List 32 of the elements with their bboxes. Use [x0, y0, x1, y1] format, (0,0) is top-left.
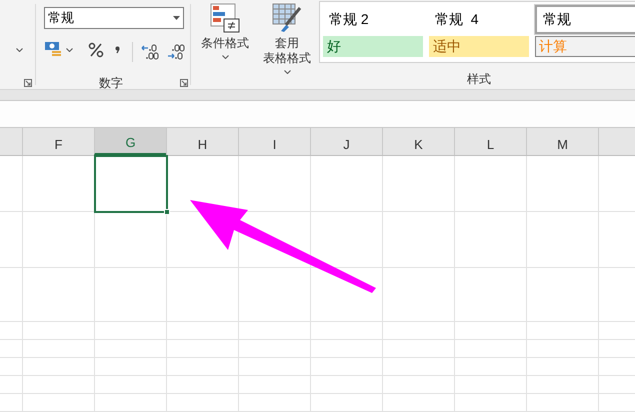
column-header[interactable]: K [382, 128, 454, 155]
decrease-decimal-icon[interactable] [141, 44, 159, 60]
percent-icon[interactable] [88, 42, 104, 58]
column-header[interactable]: H [166, 128, 238, 155]
column-header[interactable]: I [238, 128, 310, 155]
conditional-format-icon [210, 3, 240, 33]
number-format-dropdown[interactable]: 常规 [44, 7, 184, 29]
money-icon[interactable] [44, 40, 62, 58]
caret-icon [284, 70, 290, 74]
caret-icon [173, 16, 180, 20]
column-header[interactable]: M [526, 128, 598, 155]
cell-style[interactable]: 好 [323, 36, 423, 57]
cell-style[interactable]: 适中 [429, 36, 529, 57]
group-label: 样式 [467, 71, 491, 88]
dialog-launcher-icon[interactable] [180, 79, 188, 87]
cell-style[interactable]: 常规 4 [429, 5, 535, 34]
cell-style[interactable]: 常规 [535, 5, 635, 34]
column-header[interactable]: J [310, 128, 382, 155]
column-header[interactable]: G [94, 128, 166, 155]
cell-style[interactable]: 常规 2 [323, 5, 429, 34]
increase-decimal-icon[interactable] [167, 44, 185, 60]
caret-icon[interactable] [66, 48, 73, 52]
table-brush-icon [272, 3, 302, 33]
caret-icon[interactable] [16, 48, 23, 52]
selected-cell[interactable] [94, 155, 168, 213]
format-as-table-button[interactable]: 套用 表格格式 [257, 1, 317, 71]
group-label: 数字 [99, 75, 123, 92]
dialog-launcher-icon[interactable] [24, 79, 32, 87]
conditional-format-button[interactable]: 条件格式 [195, 1, 255, 71]
caret-icon [222, 55, 228, 59]
comma-icon[interactable] [115, 46, 120, 54]
column-header[interactable]: L [454, 128, 526, 155]
